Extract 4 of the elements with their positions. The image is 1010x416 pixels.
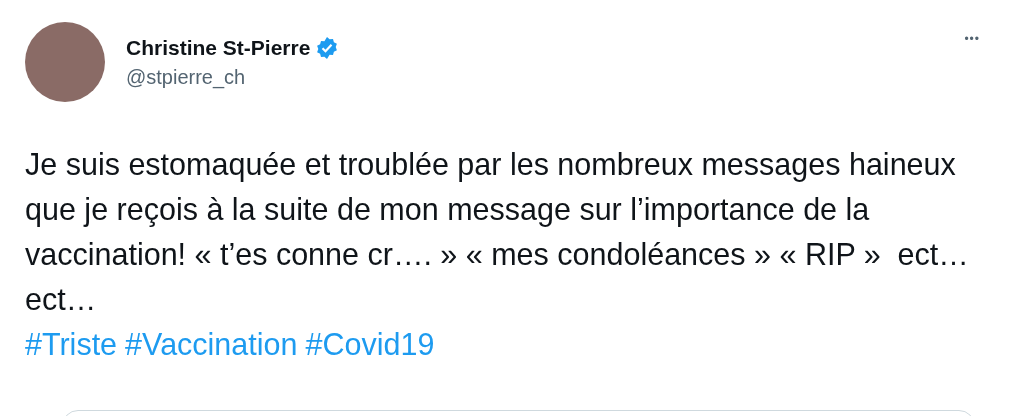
tweet-text: Je suis estomaquée et troublée par les nombreux messages haineux que je reçois à la suite de mon message sur l’importance de la vaccination! « t’es conne cr…. » « mes condoléances » « RIP » ect…ect… (25, 146, 970, 318)
author-name[interactable]: Christine St-Pierre (126, 35, 311, 60)
more-options-icon[interactable]: ••• (964, 32, 980, 46)
author-handle[interactable]: @stpierre_ch (126, 65, 340, 89)
